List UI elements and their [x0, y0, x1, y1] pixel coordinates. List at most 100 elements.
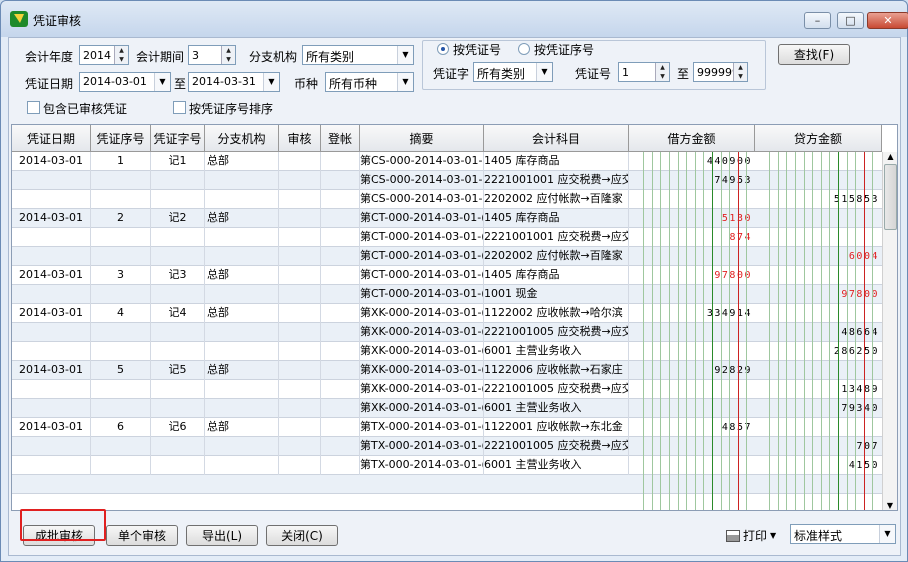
number-label: 凭证号: [575, 67, 612, 81]
col-date-cell: [12, 228, 91, 247]
radio-by-number-label[interactable]: 按凭证号: [453, 41, 501, 58]
table-row[interactable]: 2014-03-01 5 记5 总部 第XK-000-2014-03-01-(11220…: [12, 361, 882, 380]
close-button[interactable]: 关闭(C): [266, 525, 338, 546]
print-style-select[interactable]: 标准样式 ▼: [790, 524, 896, 544]
col-word-cell: [151, 437, 205, 456]
col-memo-header[interactable]: 摘要: [360, 125, 484, 152]
credit-amount: [755, 361, 879, 380]
period-spinner[interactable]: 3 ▲ ▼: [188, 45, 236, 65]
word-select[interactable]: 所有类别 ▼: [473, 62, 553, 82]
table-row[interactable]: 2014-03-01 3 记3 总部 第CT-000-2014-03-01-(1405 …: [12, 266, 882, 285]
table-row[interactable]: 2014-03-01 4 记4 总部 第XK-000-2014-03-01-(11220…: [12, 304, 882, 323]
col-audit-header[interactable]: 审核: [279, 125, 321, 152]
table-row[interactable]: 第CT-000-2014-03-01-(2221001001 应交税费→应交 87…: [12, 228, 882, 247]
col-posted-cell: [321, 171, 360, 190]
col-date-cell: 2014-03-01: [12, 361, 91, 380]
col-date-cell: [12, 247, 91, 266]
table-row[interactable]: 2014-03-01 6 记6 总部 第TX-000-2014-03-01-(11220…: [12, 418, 882, 437]
col-posted-header[interactable]: 登帐: [321, 125, 360, 152]
col-credit-header[interactable]: 贷方金额: [755, 125, 882, 152]
col-posted-cell: [321, 247, 360, 266]
vertical-scrollbar[interactable]: ▲ ▼: [882, 152, 897, 510]
radio-by-seq[interactable]: [518, 43, 530, 55]
col-account-cell: 2221001001 应交税费→应交: [484, 228, 629, 247]
col-seq-cell: [91, 380, 151, 399]
spinner-arrows-icon[interactable]: ▲ ▼: [114, 46, 128, 64]
print-menu[interactable]: 打印 ▼: [726, 527, 776, 544]
date-to-label: 至: [174, 77, 187, 91]
scroll-down-icon[interactable]: ▼: [883, 501, 897, 510]
minimize-button[interactable]: –: [804, 12, 831, 29]
chevron-down-icon[interactable]: ▼: [263, 73, 279, 91]
sort-by-seq-checkbox[interactable]: [173, 101, 186, 114]
debit-amount: 4857: [629, 418, 752, 437]
date-from-picker[interactable]: 2014-03-01 ▼: [79, 72, 171, 92]
scroll-up-icon[interactable]: ▲: [883, 152, 897, 164]
debit-amount: [629, 247, 752, 266]
col-seq-cell: 5: [91, 361, 151, 380]
include-audited-label[interactable]: 包含已审核凭证: [43, 100, 127, 117]
table-row[interactable]: 第XK-000-2014-03-01-(2221001005 应交税费→应交 48…: [12, 323, 882, 342]
number-to-spinner[interactable]: 999999 ▲ ▼: [693, 62, 748, 82]
branch-select[interactable]: 所有类别 ▼: [302, 45, 414, 65]
include-audited-checkbox[interactable]: [27, 101, 40, 114]
col-date-cell: [12, 399, 91, 418]
table-row[interactable]: 2014-03-01 2 记2 总部 第CT-000-2014-03-01-(1405 …: [12, 209, 882, 228]
table-row[interactable]: 第CS-000-2014-03-01-(2221001001 应交税费→应交 74…: [12, 171, 882, 190]
table-row[interactable]: 第XK-000-2014-03-01-(6001 主营业务收入 286250: [12, 342, 882, 361]
chevron-down-icon[interactable]: ▼: [397, 46, 413, 64]
date-label: 凭证日期: [25, 77, 74, 91]
chevron-down-icon[interactable]: ▼: [536, 63, 552, 81]
col-branch-cell: [205, 437, 279, 456]
maximize-button[interactable]: □: [837, 12, 864, 29]
radio-by-seq-label[interactable]: 按凭证序号: [534, 41, 594, 58]
export-button[interactable]: 导出(L): [186, 525, 258, 546]
table-row[interactable]: 第XK-000-2014-03-01-(2221001005 应交税费→应交 13…: [12, 380, 882, 399]
chevron-down-icon[interactable]: ▼: [879, 525, 895, 543]
table-row[interactable]: 第XK-000-2014-03-01-(6001 主营业务收入 79340: [12, 399, 882, 418]
date-to-picker[interactable]: 2014-03-31 ▼: [188, 72, 280, 92]
chevron-down-icon[interactable]: ▼: [397, 73, 413, 91]
amount-digit-line: [712, 152, 713, 510]
col-word-cell: 记3: [151, 266, 205, 285]
debit-amount: [629, 437, 752, 456]
col-seq-cell: [91, 171, 151, 190]
radio-by-number[interactable]: [437, 43, 449, 55]
table-row[interactable]: 第CS-000-2014-03-01-(2202002 应付帐款→百隆家 5158…: [12, 190, 882, 209]
table-row[interactable]: 第CT-000-2014-03-01-(1001 现金 97800: [12, 285, 882, 304]
currency-select[interactable]: 所有币种 ▼: [325, 72, 414, 92]
debit-amount: [629, 342, 752, 361]
col-branch-header[interactable]: 分支机构: [205, 125, 279, 152]
col-word-header[interactable]: 凭证字号: [151, 125, 205, 152]
col-account-cell: 2221001005 应交税费→应交: [484, 437, 629, 456]
table-row[interactable]: 第TX-000-2014-03-01-(6001 主营业务收入 4150: [12, 456, 882, 475]
credit-amount: [755, 418, 879, 437]
col-seq-cell: [91, 399, 151, 418]
spinner-arrows-icon[interactable]: ▲ ▼: [221, 46, 235, 64]
col-account-header[interactable]: 会计科目: [484, 125, 629, 152]
col-word-cell: [151, 171, 205, 190]
col-date-cell: [12, 190, 91, 209]
single-audit-button[interactable]: 单个审核: [106, 525, 178, 546]
spinner-arrows-icon[interactable]: ▲ ▼: [655, 63, 669, 81]
col-branch-cell: [205, 228, 279, 247]
table-row[interactable]: 第TX-000-2014-03-01-(2221001005 应交税费→应交 70…: [12, 437, 882, 456]
table-row[interactable]: 第CT-000-2014-03-01-(2202002 应付帐款→百隆家 6004: [12, 247, 882, 266]
col-posted-cell: [321, 342, 360, 361]
print-label: 打印: [743, 529, 768, 543]
close-window-button[interactable]: ✕: [867, 12, 908, 29]
table-row[interactable]: 2014-03-01 1 记1 总部 第CS-000-2014-03-01-(1405 …: [12, 152, 882, 171]
col-debit-header[interactable]: 借方金额: [629, 125, 755, 152]
year-spinner[interactable]: 2014 ▲ ▼: [79, 45, 129, 65]
scroll-thumb[interactable]: [884, 164, 897, 230]
number-from-spinner[interactable]: 1 ▲ ▼: [618, 62, 670, 82]
col-seq-cell: 3: [91, 266, 151, 285]
col-date-header[interactable]: 凭证日期: [12, 125, 91, 152]
chevron-down-icon[interactable]: ▼: [154, 73, 170, 91]
spinner-arrows-icon[interactable]: ▲ ▼: [733, 63, 747, 81]
col-date-cell: [12, 437, 91, 456]
sort-by-seq-label[interactable]: 按凭证序号排序: [189, 100, 273, 117]
col-seq-header[interactable]: 凭证序号: [91, 125, 151, 152]
debit-amount: 440900: [629, 152, 752, 171]
search-button[interactable]: 查找(F): [778, 44, 850, 65]
